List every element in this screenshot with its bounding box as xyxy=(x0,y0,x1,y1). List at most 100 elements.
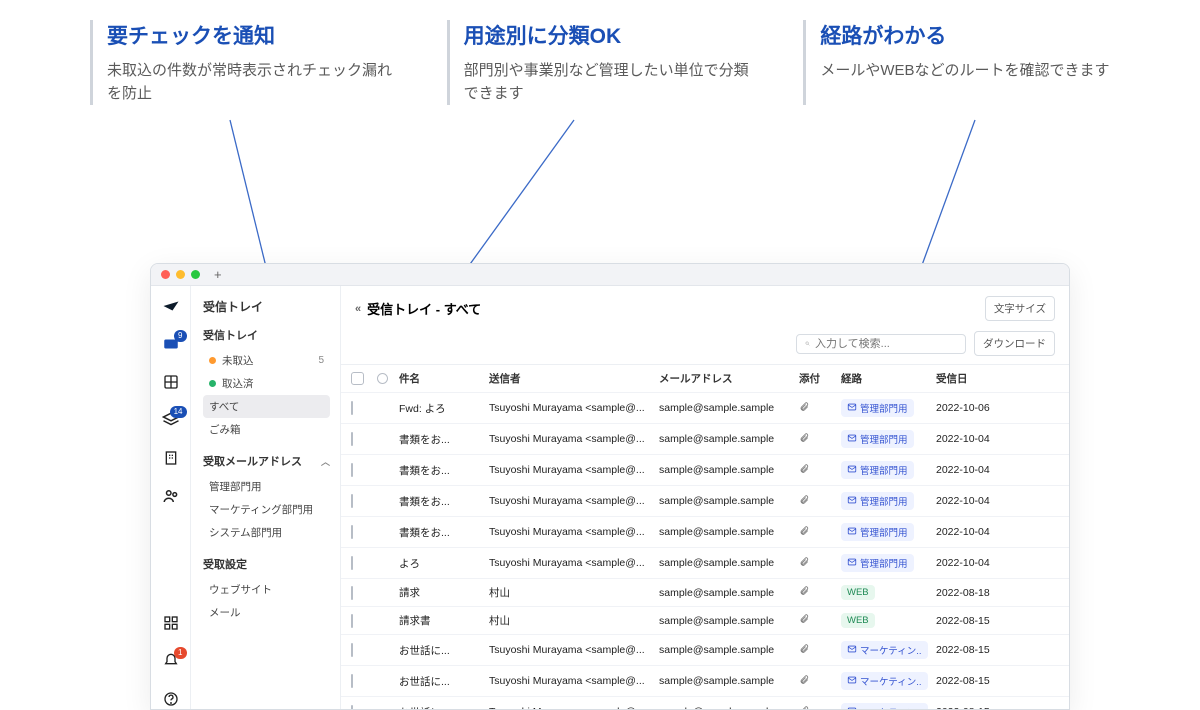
row-checkbox[interactable] xyxy=(351,643,353,657)
cell-attach xyxy=(799,526,841,539)
sidebar-item-recv[interactable]: メール xyxy=(203,601,330,624)
bell-icon[interactable]: 1 xyxy=(161,651,181,671)
row-checkbox[interactable] xyxy=(351,586,353,600)
building-icon[interactable] xyxy=(161,448,181,468)
sidebar-item-all[interactable]: すべて xyxy=(203,395,330,418)
table-row[interactable]: 書類をお...Tsuyoshi Murayama <sample@...samp… xyxy=(341,486,1069,517)
users-icon[interactable] xyxy=(161,486,181,506)
table-row[interactable]: 請求村山sample@sample.sampleWEB2022-08-18 xyxy=(341,579,1069,607)
mail-icon xyxy=(847,706,857,710)
row-checkbox[interactable] xyxy=(351,401,353,415)
cell-route: 管理部門用 xyxy=(841,399,936,417)
help-icon[interactable] xyxy=(161,689,181,709)
sidebar-item-unimported[interactable]: 未取込 5 xyxy=(203,349,330,372)
row-checkbox[interactable] xyxy=(351,525,353,539)
cell-attach xyxy=(799,557,841,570)
table-row[interactable]: よろTsuyoshi Murayama <sample@...sample@sa… xyxy=(341,548,1069,579)
paperclip-icon xyxy=(799,402,809,412)
traffic-light-max[interactable] xyxy=(191,270,200,279)
select-all-checkbox[interactable] xyxy=(351,372,364,385)
collapse-icon[interactable]: « xyxy=(355,303,361,315)
paperclip-icon xyxy=(799,526,809,536)
callout-notify: 要チェックを通知 未取込の件数が常時表示されチェック漏れを防止 xyxy=(90,20,407,105)
search-input[interactable] xyxy=(796,334,966,354)
search-field[interactable] xyxy=(815,338,957,350)
cell-email: sample@sample.sample xyxy=(659,644,799,656)
table-row[interactable]: お世話に...Tsuyoshi Murayama <sample@...samp… xyxy=(341,635,1069,666)
route-chip: 管理部門用 xyxy=(841,461,914,479)
cell-subject: お世話に... xyxy=(399,705,489,710)
cell-subject: お世話に... xyxy=(399,674,489,689)
table-row[interactable]: Fwd: よろTsuyoshi Murayama <sample@...samp… xyxy=(341,393,1069,424)
traffic-light-min[interactable] xyxy=(176,270,185,279)
download-button[interactable]: ダウンロード xyxy=(974,331,1055,356)
cell-sender: 村山 xyxy=(489,613,659,628)
cell-route: WEB xyxy=(841,613,936,628)
inbox-icon[interactable]: 9 xyxy=(161,334,181,354)
font-size-button[interactable]: 文字サイズ xyxy=(985,296,1055,321)
row-checkbox[interactable] xyxy=(351,494,353,508)
callout-desc: 部門別や事業別など管理したい単位で分類できます xyxy=(464,60,764,105)
cell-email: sample@sample.sample xyxy=(659,675,799,687)
table-row[interactable]: 請求書村山sample@sample.sampleWEB2022-08-15 xyxy=(341,607,1069,635)
logo-icon xyxy=(161,296,181,316)
table-row[interactable]: 書類をお...Tsuyoshi Murayama <sample@...samp… xyxy=(341,455,1069,486)
sidebar-item-address[interactable]: システム部門用 xyxy=(203,521,330,544)
main-area: « 受信トレイ - すべて 文字サイズ ダウンロード 件名 xyxy=(341,286,1069,709)
col-route[interactable]: 経路 xyxy=(841,371,936,386)
col-email[interactable]: メールアドレス xyxy=(659,371,799,386)
traffic-light-close[interactable] xyxy=(161,270,170,279)
table-row[interactable]: お世話に...Tsuyoshi Murayama <sample@...samp… xyxy=(341,666,1069,697)
cell-subject: 書類をお... xyxy=(399,463,489,478)
cell-email: sample@sample.sample xyxy=(659,706,799,709)
cell-attach xyxy=(799,675,841,688)
callout-classify: 用途別に分類OK 部門別や事業別など管理したい単位で分類できます xyxy=(447,20,764,105)
inbox-section-header: 受信トレイ xyxy=(203,327,330,343)
new-tab-icon[interactable]: + xyxy=(214,267,222,282)
route-chip: 管理部門用 xyxy=(841,492,914,510)
col-date[interactable]: 受信日 xyxy=(936,371,1016,386)
row-checkbox[interactable] xyxy=(351,614,353,628)
cell-sender: 村山 xyxy=(489,585,659,600)
table-row[interactable]: 書類をお...Tsuyoshi Murayama <sample@...samp… xyxy=(341,517,1069,548)
sidebar-item-trash[interactable]: ごみ箱 xyxy=(203,418,330,441)
table-row[interactable]: 書類をお...Tsuyoshi Murayama <sample@...samp… xyxy=(341,424,1069,455)
row-checkbox[interactable] xyxy=(351,463,353,477)
sidebar-item-recv[interactable]: ウェブサイト xyxy=(203,578,330,601)
search-icon xyxy=(805,338,810,349)
sidebar-item-imported[interactable]: 取込済 xyxy=(203,372,330,395)
cell-date: 2022-10-06 xyxy=(936,402,1016,414)
cell-email: sample@sample.sample xyxy=(659,495,799,507)
cell-date: 2022-08-15 xyxy=(936,675,1016,687)
stack-icon[interactable]: 14 xyxy=(161,410,181,430)
addr-section-header[interactable]: 受取メールアドレス ︿ xyxy=(203,453,330,469)
cell-sender: Tsuyoshi Murayama <sample@... xyxy=(489,526,659,538)
col-subject[interactable]: 件名 xyxy=(399,371,489,386)
col-sender[interactable]: 送信者 xyxy=(489,371,659,386)
cell-sender: Tsuyoshi Murayama <sample@... xyxy=(489,675,659,687)
nav-rail: 9 14 1 xyxy=(151,286,191,709)
row-checkbox[interactable] xyxy=(351,432,353,446)
cell-date: 2022-10-04 xyxy=(936,433,1016,445)
app-window: + 9 14 xyxy=(150,263,1070,710)
sidebar-item-address[interactable]: 管理部門用 xyxy=(203,475,330,498)
sidebar-item-address[interactable]: マーケティング部門用 xyxy=(203,498,330,521)
row-checkbox[interactable] xyxy=(351,674,353,688)
callout-desc: メールやWEBなどのルートを確認できます xyxy=(820,60,1120,83)
table-header: 件名 送信者 メールアドレス 添付 経路 受信日 xyxy=(341,365,1069,393)
table-row[interactable]: お世話に...Tsuyoshi Murayama <sample@...samp… xyxy=(341,697,1069,709)
cell-date: 2022-08-15 xyxy=(936,644,1016,656)
cell-attach xyxy=(799,644,841,657)
grid-icon[interactable] xyxy=(161,372,181,392)
apps-icon[interactable] xyxy=(161,613,181,633)
sidebar-item-label: ごみ箱 xyxy=(209,422,241,437)
route-chip: 管理部門用 xyxy=(841,399,914,417)
row-checkbox[interactable] xyxy=(351,556,353,570)
breadcrumb: « 受信トレイ - すべて xyxy=(355,299,481,318)
cell-sender: Tsuyoshi Murayama <sample@... xyxy=(489,644,659,656)
cell-subject: 請求 xyxy=(399,585,489,600)
col-attach[interactable]: 添付 xyxy=(799,371,841,386)
paperclip-icon xyxy=(799,644,809,654)
row-checkbox[interactable] xyxy=(351,705,353,709)
paperclip-icon xyxy=(799,706,809,710)
